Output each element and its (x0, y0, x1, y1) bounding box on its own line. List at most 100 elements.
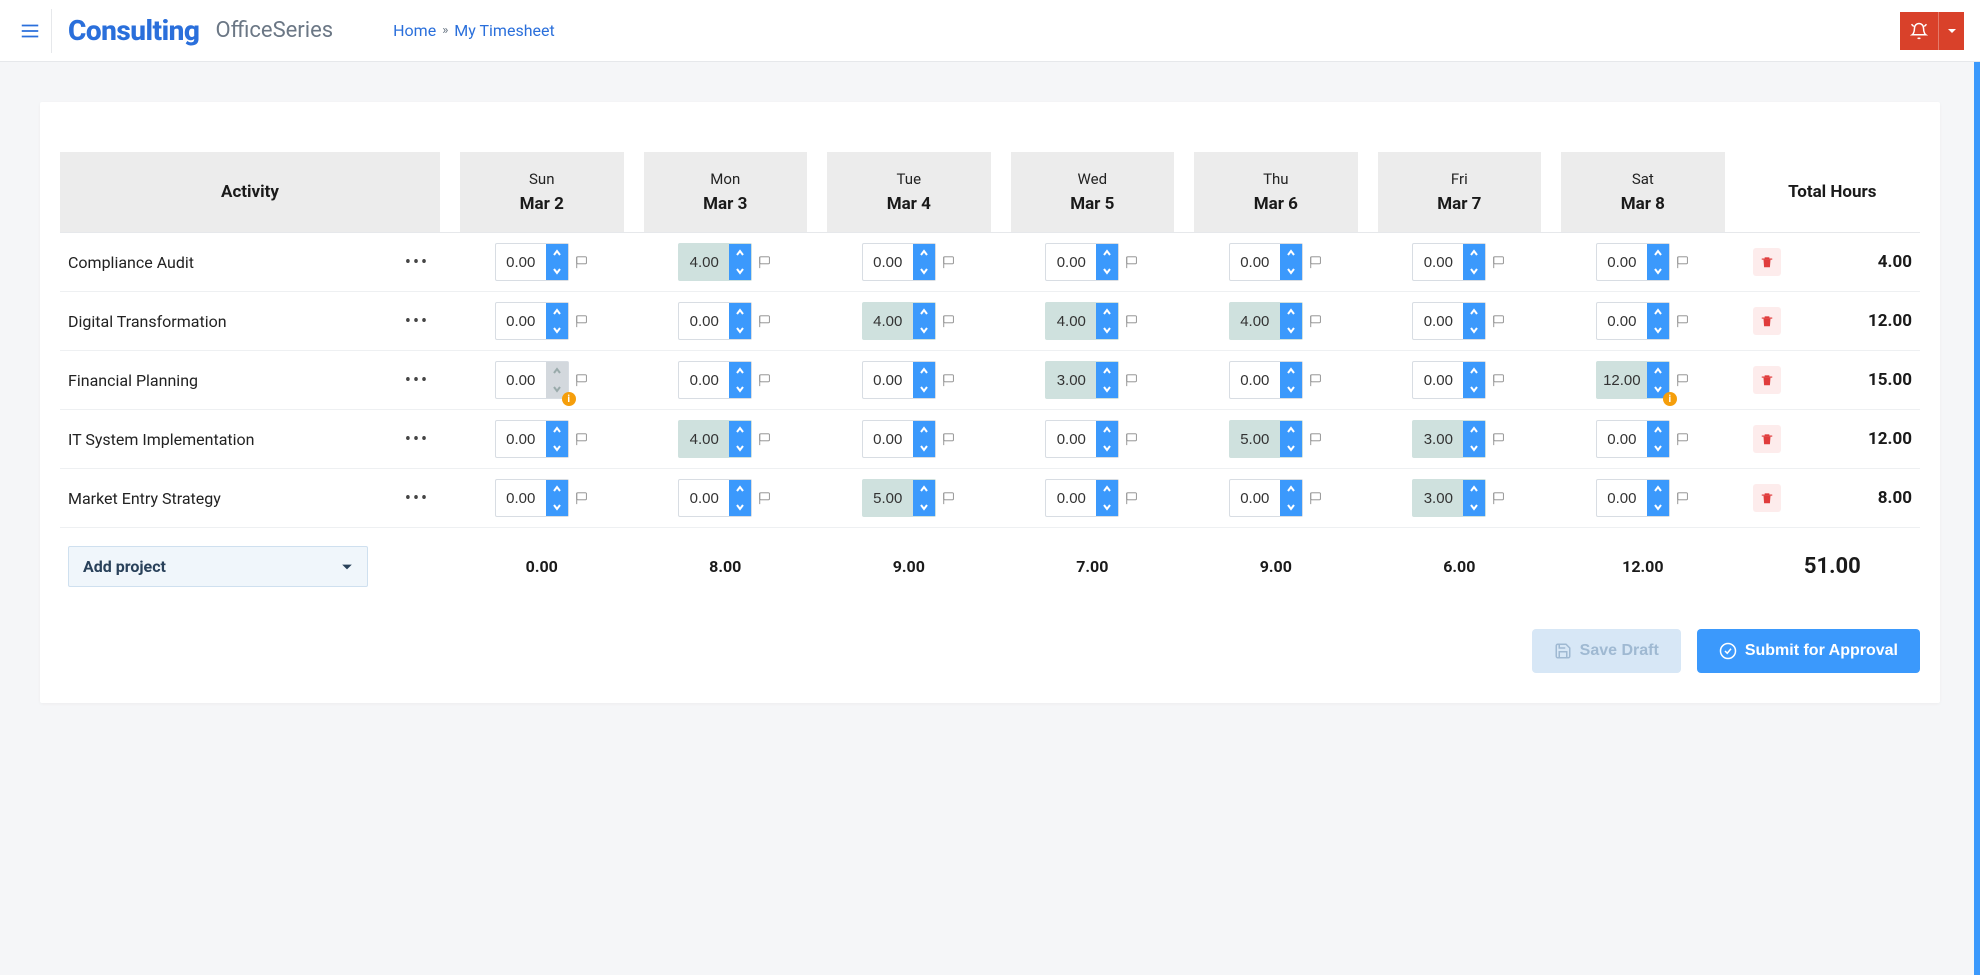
hours-input[interactable] (679, 480, 729, 516)
decrement-button[interactable] (913, 498, 935, 516)
note-flag-icon[interactable] (1309, 432, 1323, 446)
decrement-button[interactable] (1096, 321, 1118, 339)
increment-button[interactable] (1280, 362, 1302, 380)
increment-button[interactable] (1096, 303, 1118, 321)
hours-input[interactable] (1230, 480, 1280, 516)
increment-button[interactable] (913, 362, 935, 380)
note-flag-icon[interactable] (1492, 255, 1506, 269)
note-flag-icon[interactable] (758, 314, 772, 328)
decrement-button[interactable] (1647, 262, 1669, 280)
note-flag-icon[interactable] (1125, 432, 1139, 446)
submit-approval-button[interactable]: Submit for Approval (1697, 629, 1920, 673)
hours-input[interactable] (863, 244, 913, 280)
note-flag-icon[interactable] (575, 314, 589, 328)
hours-input[interactable] (1413, 480, 1463, 516)
increment-button[interactable] (1280, 480, 1302, 498)
decrement-button[interactable] (729, 498, 751, 516)
decrement-button[interactable] (1463, 262, 1485, 280)
row-menu-button[interactable]: ••• (402, 306, 432, 336)
increment-button[interactable] (1096, 244, 1118, 262)
note-flag-icon[interactable] (1676, 373, 1690, 387)
note-flag-icon[interactable] (1492, 314, 1506, 328)
note-flag-icon[interactable] (1125, 314, 1139, 328)
increment-button[interactable] (546, 480, 568, 498)
hours-input[interactable] (1597, 362, 1647, 398)
increment-button[interactable] (1280, 421, 1302, 439)
decrement-button[interactable] (1280, 498, 1302, 516)
increment-button[interactable] (1280, 244, 1302, 262)
note-flag-icon[interactable] (575, 432, 589, 446)
hours-input[interactable] (1046, 362, 1096, 398)
hours-input[interactable] (496, 244, 546, 280)
hours-input[interactable] (863, 303, 913, 339)
hours-input[interactable] (1230, 421, 1280, 457)
increment-button[interactable] (1463, 421, 1485, 439)
hours-input[interactable] (863, 362, 913, 398)
hours-input[interactable] (496, 362, 546, 398)
hours-input[interactable] (496, 480, 546, 516)
increment-button[interactable] (913, 480, 935, 498)
breadcrumb-home[interactable]: Home (393, 21, 436, 40)
increment-button[interactable] (1647, 244, 1669, 262)
decrement-button[interactable] (913, 439, 935, 457)
menu-button[interactable] (8, 9, 52, 53)
note-flag-icon[interactable] (1676, 432, 1690, 446)
decrement-button[interactable] (546, 498, 568, 516)
increment-button[interactable] (729, 303, 751, 321)
increment-button[interactable] (1096, 480, 1118, 498)
hours-input[interactable] (1597, 480, 1647, 516)
increment-button[interactable] (1463, 244, 1485, 262)
row-menu-button[interactable]: ••• (402, 424, 432, 454)
hours-input[interactable] (496, 303, 546, 339)
hours-input[interactable] (1046, 303, 1096, 339)
increment-button[interactable] (729, 421, 751, 439)
increment-button[interactable] (913, 421, 935, 439)
add-project-dropdown[interactable]: Add project (68, 546, 368, 587)
decrement-button[interactable] (1463, 498, 1485, 516)
note-flag-icon[interactable] (942, 491, 956, 505)
decrement-button[interactable] (729, 439, 751, 457)
note-flag-icon[interactable] (942, 373, 956, 387)
hours-input[interactable] (1597, 244, 1647, 280)
delete-row-button[interactable] (1753, 248, 1781, 276)
decrement-button[interactable] (1463, 321, 1485, 339)
hours-input[interactable] (1230, 303, 1280, 339)
decrement-button[interactable] (913, 262, 935, 280)
save-draft-button[interactable]: Save Draft (1532, 629, 1681, 673)
increment-button[interactable] (1096, 421, 1118, 439)
increment-button[interactable] (1463, 362, 1485, 380)
note-flag-icon[interactable] (758, 491, 772, 505)
note-flag-icon[interactable] (1492, 491, 1506, 505)
note-flag-icon[interactable] (1309, 314, 1323, 328)
increment-button[interactable] (1096, 362, 1118, 380)
decrement-button[interactable] (1647, 498, 1669, 516)
hours-input[interactable] (1413, 244, 1463, 280)
decrement-button[interactable] (546, 262, 568, 280)
increment-button[interactable] (913, 303, 935, 321)
hours-input[interactable] (1046, 480, 1096, 516)
decrement-button[interactable] (1647, 321, 1669, 339)
increment-button[interactable] (1463, 303, 1485, 321)
increment-button[interactable] (729, 244, 751, 262)
decrement-button[interactable] (1096, 380, 1118, 398)
hours-input[interactable] (1413, 362, 1463, 398)
note-flag-icon[interactable] (942, 255, 956, 269)
hours-input[interactable] (679, 244, 729, 280)
decrement-button[interactable] (913, 321, 935, 339)
hours-input[interactable] (1230, 362, 1280, 398)
hours-input[interactable] (1230, 244, 1280, 280)
note-flag-icon[interactable] (1492, 373, 1506, 387)
decrement-button[interactable] (913, 380, 935, 398)
hours-input[interactable] (1597, 303, 1647, 339)
hours-input[interactable] (679, 303, 729, 339)
note-flag-icon[interactable] (758, 255, 772, 269)
note-flag-icon[interactable] (1309, 255, 1323, 269)
notifications-dropdown[interactable] (1938, 12, 1964, 50)
increment-button[interactable] (1647, 480, 1669, 498)
note-flag-icon[interactable] (1125, 491, 1139, 505)
decrement-button[interactable] (1280, 262, 1302, 280)
increment-button[interactable] (1647, 303, 1669, 321)
note-flag-icon[interactable] (1125, 373, 1139, 387)
increment-button[interactable] (729, 480, 751, 498)
decrement-button[interactable] (1096, 439, 1118, 457)
